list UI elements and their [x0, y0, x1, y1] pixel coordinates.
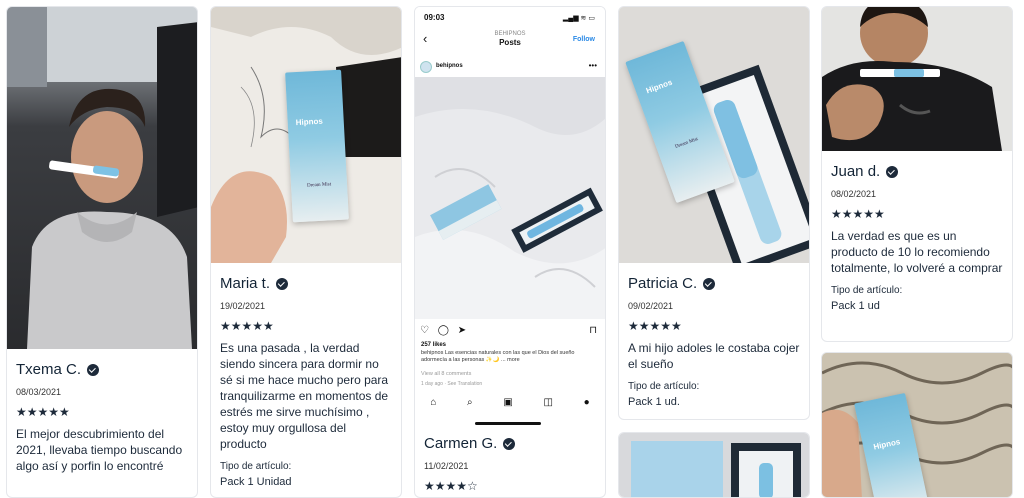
- verified-check-icon: [703, 277, 716, 290]
- product-brand: Hipnos: [872, 437, 901, 452]
- product-brand: Hipnos: [644, 77, 674, 96]
- review-card[interactable]: Hipnos: [821, 352, 1013, 498]
- review-date: 19/02/2021: [220, 301, 266, 311]
- verified-check-icon: [276, 277, 289, 290]
- review-photo[interactable]: Hipnos Dream Mist: [211, 7, 401, 263]
- post-time: 1 day ago · See Translation: [421, 381, 483, 387]
- review-text: La verdad es que es un producto de 10 lo…: [831, 229, 1003, 275]
- review-card[interactable]: Juan d. 08/02/2021 ★★★★★ La verdad es qu…: [821, 6, 1013, 342]
- reels-icon: ▣: [503, 396, 513, 408]
- likes-count: 257 likes: [421, 342, 447, 348]
- review-photo[interactable]: Hipnos: [822, 353, 1012, 497]
- review-card[interactable]: Txema C. 08/03/2021 ★★★★★ El mejor descu…: [6, 6, 198, 498]
- view-comments: View all 8 comments: [421, 371, 472, 377]
- review-card[interactable]: 09:03 ▂▄▆ ≋ ▭ ‹ BEHIPNOS Posts Follow be…: [414, 6, 606, 498]
- product-box: Hipnos Dream Mist: [285, 69, 349, 223]
- item-type-value: Pack 1 ud: [831, 300, 880, 312]
- home-icon: ⌂: [430, 396, 437, 408]
- review-card[interactable]: Hipnos Dream Mist Maria t. 19/02/2021 ★★…: [210, 6, 402, 498]
- star-rating: ★★★★★: [628, 319, 682, 333]
- star-rating: ★★★★★: [16, 405, 70, 419]
- reviewer-name: Carmen G.: [424, 435, 498, 452]
- verified-check-icon: [503, 437, 516, 450]
- follow-button: Follow: [572, 36, 595, 43]
- review-date: 08/03/2021: [16, 387, 62, 397]
- product-brand: Hipnos: [295, 116, 324, 128]
- post-actions: ♡ ◯ ➤: [420, 325, 470, 336]
- shop-icon: ◫: [543, 396, 553, 408]
- review-date: 09/02/2021: [628, 301, 674, 311]
- review-date: 11/02/2021: [424, 461, 469, 471]
- customer-photo-image: [619, 433, 809, 497]
- review-date: 08/02/2021: [831, 189, 877, 199]
- status-time: 09:03: [424, 13, 445, 22]
- item-type-label: Tipo de artículo:: [831, 285, 903, 296]
- reviewer-name-row: Juan d.: [831, 163, 1003, 180]
- review-text: El mejor descubrimiento del 2021, llevab…: [16, 427, 183, 473]
- reviewer-name: Juan d.: [831, 163, 881, 180]
- star-rating: ★★★★☆: [424, 479, 478, 493]
- review-card[interactable]: [618, 432, 810, 498]
- review-text: A mi hijo adoles le costaba cojer el sue…: [628, 341, 800, 371]
- item-type-value: Pack 1 ud.: [628, 396, 680, 408]
- verified-check-icon: [87, 363, 100, 376]
- reviewer-name-row: Maria t.: [220, 275, 392, 292]
- item-type-label: Tipo de artículo:: [628, 381, 700, 392]
- instagram-post-image: [415, 77, 605, 319]
- post-caption: behipnos Las esencias naturales con las …: [421, 350, 575, 363]
- review-text: Es una pasada , la verdad siendo sincera…: [220, 341, 389, 451]
- instagram-header: 09:03 ▂▄▆ ≋ ▭ ‹ BEHIPNOS Posts Follow be…: [415, 7, 605, 77]
- review-photo[interactable]: Hipnos Dream Mist: [619, 7, 809, 263]
- reviewer-name: Txema C.: [16, 361, 82, 378]
- review-photo[interactable]: [7, 7, 197, 349]
- reviewer-name-row: Carmen G.: [424, 435, 596, 452]
- verified-check-icon: [886, 165, 899, 178]
- more-icon: •••: [588, 61, 597, 70]
- customer-photo-image: [822, 7, 1012, 151]
- item-type-label: Tipo de artículo:: [220, 461, 292, 472]
- search-icon: ⌕: [467, 396, 473, 408]
- star-rating: ★★★★★: [831, 207, 885, 221]
- product-name: Dream Mist: [674, 137, 699, 150]
- reviewer-name-row: Txema C.: [16, 361, 188, 378]
- review-photo[interactable]: [822, 7, 1012, 151]
- instagram-bottom-nav: ⌂ ⌕ ▣ ◫ ●: [415, 393, 605, 411]
- reviewer-name: Maria t.: [220, 275, 271, 292]
- item-type-value: Pack 1 Unidad: [220, 476, 292, 488]
- product-name: Dream Mist: [306, 182, 332, 189]
- profile-icon: ●: [583, 396, 590, 408]
- review-photo[interactable]: 09:03 ▂▄▆ ≋ ▭ ‹ BEHIPNOS Posts Follow be…: [415, 7, 605, 425]
- reviewer-name: Patricia C.: [628, 275, 698, 292]
- reviewer-name-row: Patricia C.: [628, 275, 800, 292]
- star-rating: ★★★★★: [220, 319, 274, 333]
- status-icons: ▂▄▆ ≋ ▭: [562, 15, 595, 22]
- avatar: [420, 61, 432, 73]
- customer-photo-image: [7, 7, 197, 349]
- review-card[interactable]: Hipnos Dream Mist Patricia C. 09/02/2021…: [618, 6, 810, 420]
- instagram-handle: behipnos: [436, 63, 463, 69]
- bookmark-icon: ⊓: [589, 325, 597, 336]
